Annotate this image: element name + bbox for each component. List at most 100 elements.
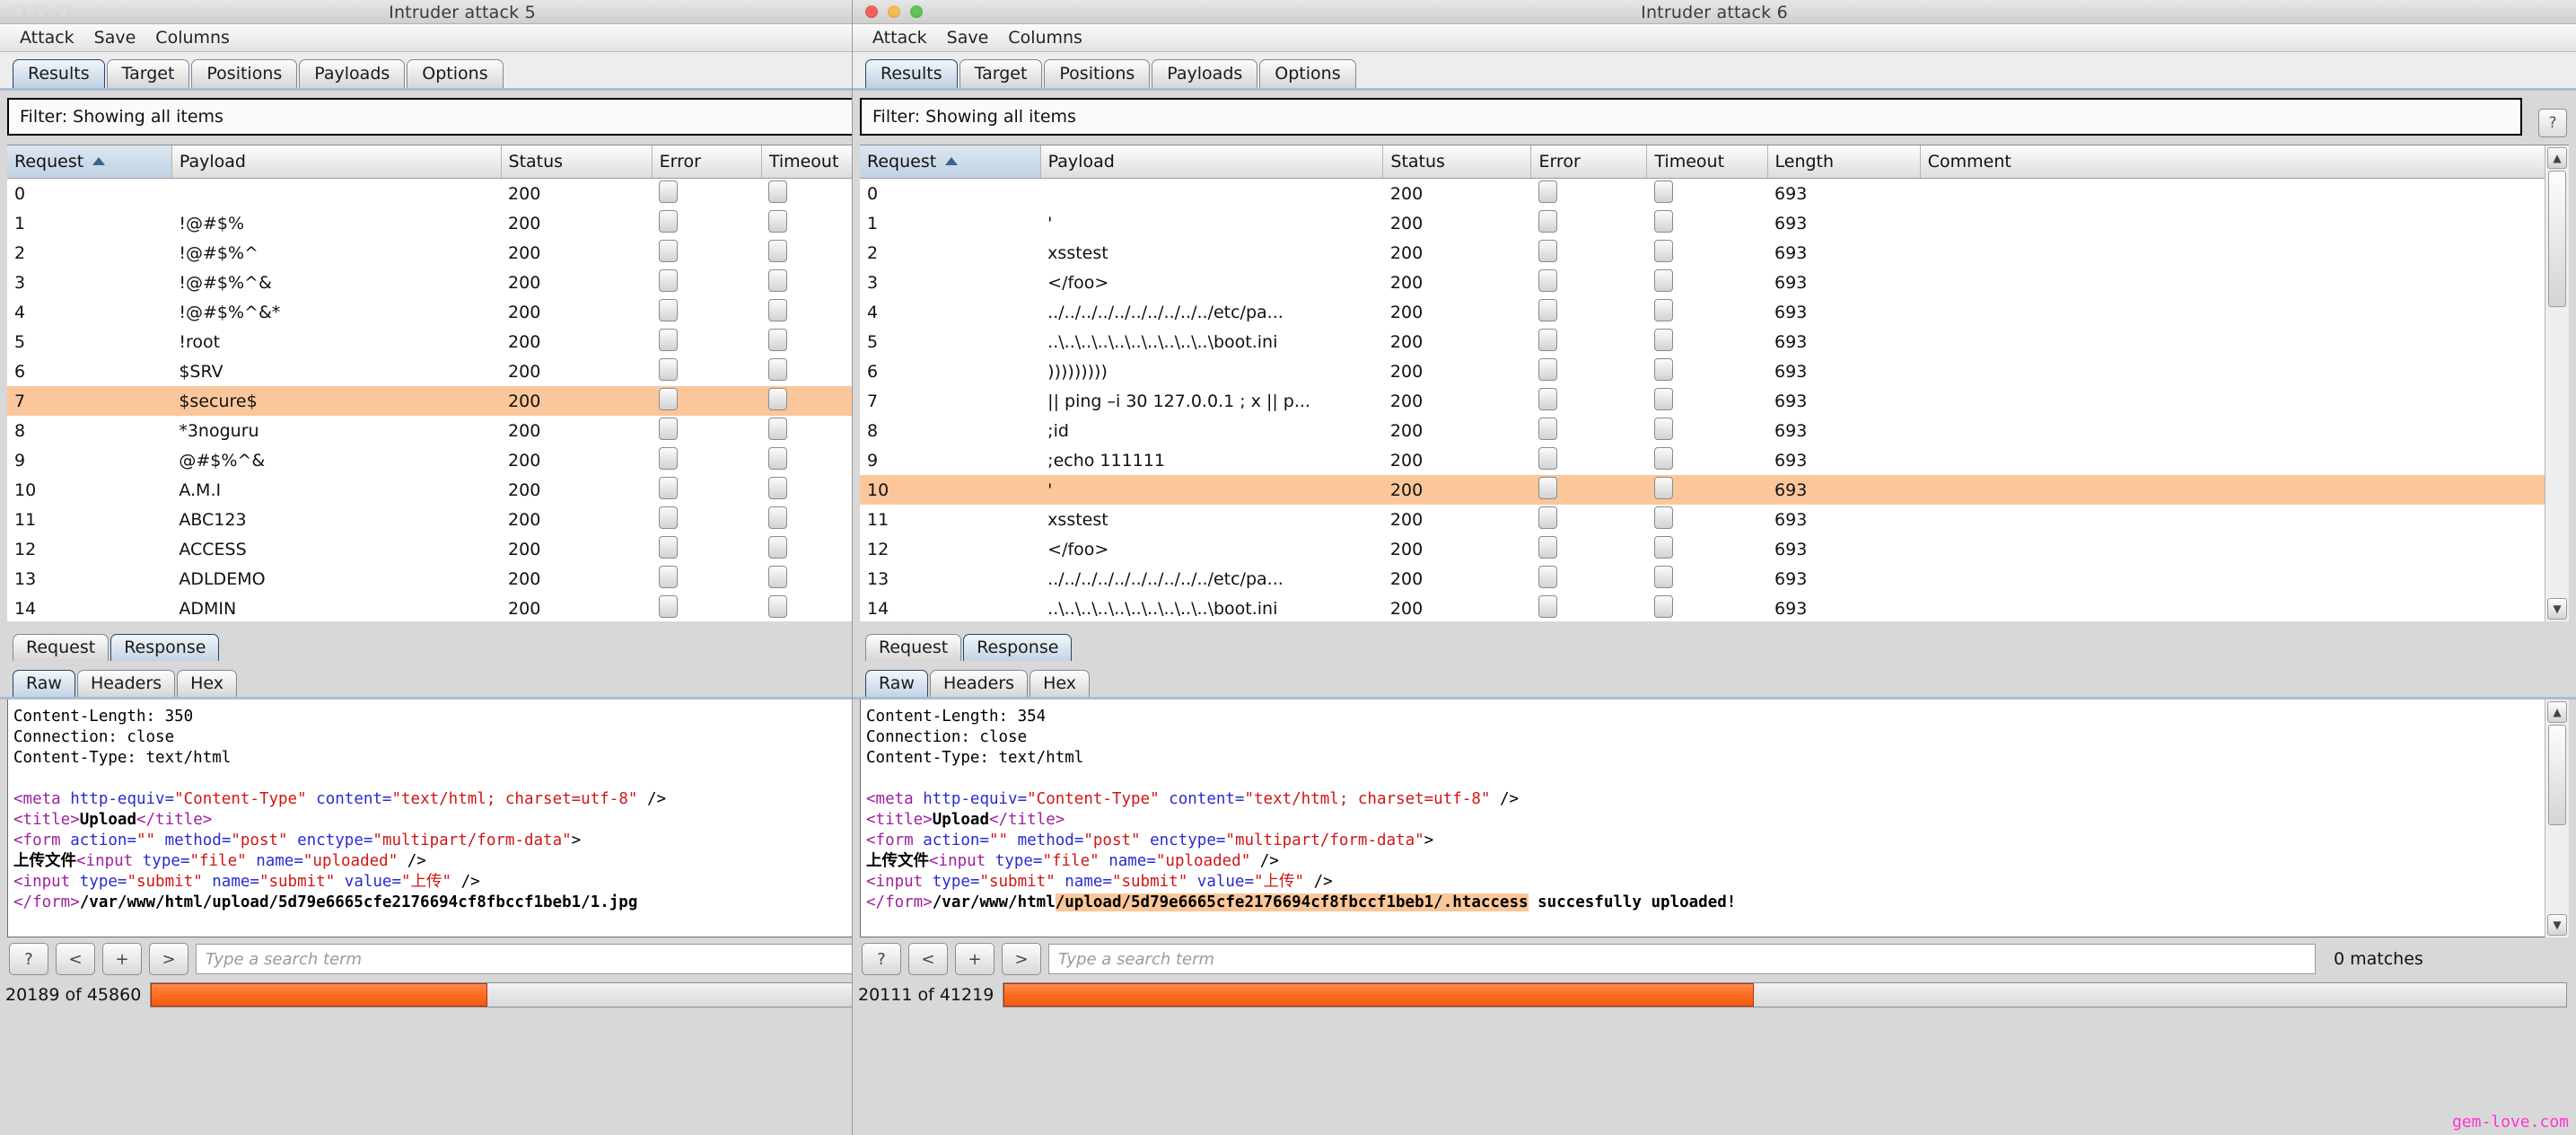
timeout-checkbox[interactable] bbox=[1653, 239, 1673, 262]
tab-results[interactable]: Results bbox=[865, 59, 958, 88]
timeout-checkbox[interactable] bbox=[1653, 180, 1673, 203]
left-view-tabs[interactable]: Raw Headers Hex bbox=[0, 670, 924, 699]
timeout-checkbox[interactable] bbox=[768, 387, 788, 410]
timeout-checkbox[interactable] bbox=[768, 268, 788, 292]
msgtab-response[interactable]: Response bbox=[110, 634, 220, 661]
table-row[interactable]: 12 ACCESS 200 bbox=[7, 534, 917, 564]
error-checkbox[interactable] bbox=[659, 565, 679, 588]
error-checkbox[interactable] bbox=[1538, 298, 1557, 321]
table-row[interactable]: 0 200 bbox=[7, 179, 917, 209]
tab-positions[interactable]: Positions bbox=[191, 59, 298, 88]
error-checkbox[interactable] bbox=[659, 387, 679, 410]
search-add-button[interactable]: + bbox=[955, 943, 994, 975]
search-prev-button[interactable]: < bbox=[908, 943, 948, 975]
timeout-checkbox[interactable] bbox=[1653, 506, 1673, 529]
timeout-checkbox[interactable] bbox=[1653, 209, 1673, 233]
table-row[interactable]: 6 $SRV 200 bbox=[7, 356, 917, 386]
timeout-checkbox[interactable] bbox=[768, 357, 788, 381]
table-row[interactable]: 9 @#$%^& 200 bbox=[7, 445, 917, 475]
error-checkbox[interactable] bbox=[1538, 357, 1557, 381]
table-row[interactable]: 11 ABC123 200 bbox=[7, 505, 917, 534]
timeout-checkbox[interactable] bbox=[1653, 535, 1673, 559]
table-row[interactable]: 8 *3noguru 200 bbox=[7, 416, 917, 445]
results-vertical-scrollbar[interactable]: ▲ ▼ bbox=[2545, 145, 2569, 621]
menu-save[interactable]: Save bbox=[94, 28, 136, 48]
scroll-down-arrow-icon[interactable]: ▼ bbox=[2547, 914, 2567, 936]
timeout-checkbox[interactable] bbox=[768, 239, 788, 262]
table-row[interactable]: 4 !@#$%^&* 200 bbox=[7, 297, 917, 327]
viewtab-hex[interactable]: Hex bbox=[177, 670, 237, 697]
tab-payloads[interactable]: Payloads bbox=[299, 59, 406, 88]
error-checkbox[interactable] bbox=[1538, 476, 1557, 499]
table-row[interactable]: 8 ;id 200 693 bbox=[860, 416, 2569, 445]
search-next-button[interactable]: > bbox=[149, 943, 188, 975]
right-table-header-row[interactable]: Request Payload Status Error Timeout Len… bbox=[860, 145, 2569, 179]
table-row[interactable]: 13 ADLDEMO 200 bbox=[7, 564, 917, 594]
right-view-tabs[interactable]: Raw Headers Hex bbox=[853, 670, 2576, 699]
error-checkbox[interactable] bbox=[659, 298, 679, 321]
timeout-checkbox[interactable] bbox=[1653, 417, 1673, 440]
right-response-raw[interactable]: Content-Length: 354 Connection: close Co… bbox=[860, 699, 2569, 937]
error-checkbox[interactable] bbox=[1538, 417, 1557, 440]
left-table-header-row[interactable]: Request Payload Status Error Timeout bbox=[7, 145, 917, 179]
msgtab-request[interactable]: Request bbox=[13, 634, 110, 661]
column-header-request[interactable]: Request bbox=[7, 145, 172, 179]
tab-positions[interactable]: Positions bbox=[1044, 59, 1151, 88]
error-checkbox[interactable] bbox=[1538, 446, 1557, 470]
table-row[interactable]: 6))))))))) 200 693 bbox=[860, 356, 2569, 386]
error-checkbox[interactable] bbox=[1538, 328, 1557, 351]
timeout-checkbox[interactable] bbox=[1653, 594, 1673, 618]
column-header-length[interactable]: Length bbox=[1767, 145, 1921, 179]
table-row[interactable]: 2 !@#$%^ 200 bbox=[7, 238, 917, 268]
left-filter-bar[interactable]: Filter: Showing all items bbox=[7, 98, 917, 136]
timeout-checkbox[interactable] bbox=[768, 446, 788, 470]
timeout-checkbox[interactable] bbox=[768, 180, 788, 203]
table-row[interactable]: 7 || ping –i 30 127.0.0.1 ; x || p... 200 6… bbox=[860, 386, 2569, 416]
timeout-checkbox[interactable] bbox=[1653, 565, 1673, 588]
search-next-button[interactable]: > bbox=[1002, 943, 1041, 975]
table-row[interactable]: 14 ..\..\..\..\..\..\..\..\..\..\boot.ini… bbox=[860, 594, 2569, 621]
column-header-payload[interactable]: Payload bbox=[171, 145, 502, 179]
timeout-checkbox[interactable] bbox=[1653, 446, 1673, 470]
timeout-checkbox[interactable] bbox=[768, 594, 788, 618]
column-header-request[interactable]: Request bbox=[860, 145, 1041, 179]
table-row[interactable]: 13 ../../../../../../../../../../etc/pa..… bbox=[860, 564, 2569, 594]
right-menubar[interactable]: Attack Save Columns bbox=[853, 24, 2576, 52]
column-header-error[interactable]: Error bbox=[652, 145, 762, 179]
scroll-down-arrow-icon[interactable]: ▼ bbox=[2547, 598, 2567, 620]
scrollbar-thumb[interactable] bbox=[2548, 171, 2566, 307]
timeout-checkbox[interactable] bbox=[768, 506, 788, 529]
error-checkbox[interactable] bbox=[1538, 180, 1557, 203]
table-row[interactable]: 10 ' 200 693 bbox=[860, 475, 2569, 505]
viewtab-raw[interactable]: Raw bbox=[865, 670, 928, 697]
error-checkbox[interactable] bbox=[659, 209, 679, 233]
timeout-checkbox[interactable] bbox=[1653, 387, 1673, 410]
error-checkbox[interactable] bbox=[659, 446, 679, 470]
left-menubar[interactable]: Attack Save Columns bbox=[0, 24, 924, 52]
search-prev-button[interactable]: < bbox=[56, 943, 95, 975]
right-filter-bar[interactable]: Filter: Showing all items bbox=[860, 98, 2522, 136]
right-message-tabs[interactable]: Request Response bbox=[853, 634, 2576, 661]
tab-options[interactable]: Options bbox=[1259, 59, 1356, 88]
menu-save[interactable]: Save bbox=[947, 28, 989, 48]
tab-target[interactable]: Target bbox=[106, 59, 190, 88]
filter-help-button[interactable]: ? bbox=[2538, 109, 2567, 137]
table-row[interactable]: 14 ADMIN 200 bbox=[7, 594, 917, 621]
viewtab-raw[interactable]: Raw bbox=[13, 670, 75, 697]
timeout-checkbox[interactable] bbox=[768, 417, 788, 440]
tab-payloads[interactable]: Payloads bbox=[1152, 59, 1258, 88]
timeout-checkbox[interactable] bbox=[1653, 298, 1673, 321]
scrollbar-thumb[interactable] bbox=[2548, 725, 2566, 825]
viewtab-headers[interactable]: Headers bbox=[76, 670, 176, 697]
column-header-error[interactable]: Error bbox=[1530, 145, 1648, 179]
error-checkbox[interactable] bbox=[1538, 594, 1557, 618]
menu-attack[interactable]: Attack bbox=[20, 28, 74, 48]
tab-results[interactable]: Results bbox=[13, 59, 105, 88]
search-add-button[interactable]: + bbox=[102, 943, 142, 975]
error-checkbox[interactable] bbox=[1538, 565, 1557, 588]
timeout-checkbox[interactable] bbox=[1653, 357, 1673, 381]
response-vertical-scrollbar[interactable]: ▲ ▼ bbox=[2545, 699, 2569, 937]
search-input[interactable]: Type a search term bbox=[1048, 944, 2316, 974]
table-row[interactable]: 7 $secure$ 200 bbox=[7, 386, 917, 416]
column-header-status[interactable]: Status bbox=[501, 145, 653, 179]
